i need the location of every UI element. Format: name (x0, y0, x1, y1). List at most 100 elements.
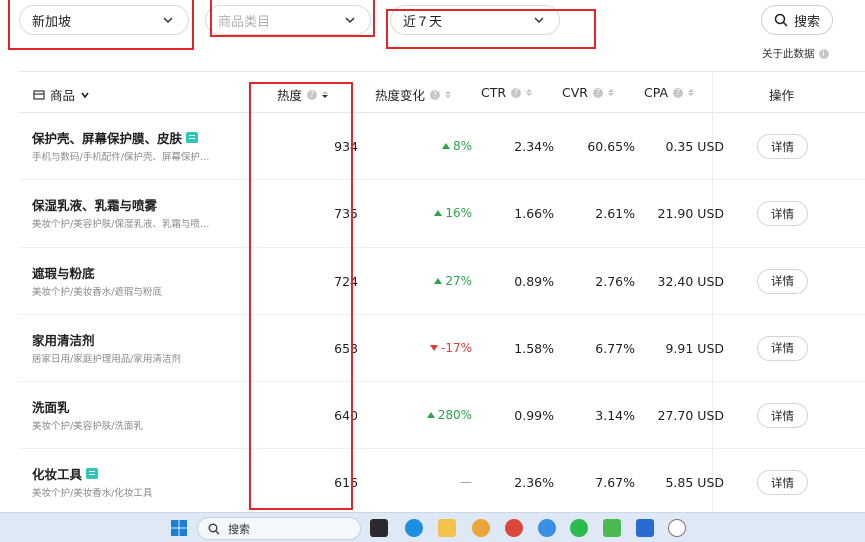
sort-icon (607, 89, 614, 96)
category-select[interactable]: 商品类目 (205, 5, 371, 35)
detail-button[interactable]: 详情 (757, 134, 808, 159)
col-cpa[interactable]: CPA ? (644, 85, 695, 100)
sort-icon (688, 89, 695, 96)
chevron-down-icon (345, 17, 355, 24)
detail-button[interactable]: 详情 (757, 201, 808, 227)
heat-value: 658 (334, 340, 358, 356)
product-name-text: 保护壳、屏幕保护膜、皮肤 (32, 131, 183, 146)
search-button[interactable]: 搜索 (761, 5, 833, 35)
cpa-value: 0.35 USD (665, 139, 724, 154)
chevron-down-icon (81, 92, 89, 98)
cvr-value: 60.65% (587, 139, 635, 154)
product-category-path: 美妆个护/美容护肤/保湿乳液、乳霜与喷… (32, 219, 210, 231)
info-icon: ? (307, 89, 318, 100)
heat-value: 934 (334, 139, 358, 154)
cpa-value: 21.90 USD (657, 206, 724, 222)
heat-change-value: 16% (445, 206, 472, 221)
col-product-label: 商品 (50, 88, 76, 103)
product-table: 商品 热度 ? 热度变化 ? CTR ? CVR ? CPA ? 操作 保护壳、… (19, 71, 865, 517)
arrow-up-icon (434, 210, 443, 217)
col-cvr[interactable]: CVR ? (562, 85, 614, 100)
table-row: 洗面乳 美妆个护/美容护肤/洗面乳 640 280% 0.99% 3.14% 2… (19, 382, 865, 450)
col-heat-label: 热度 (277, 88, 303, 103)
table-row: 家用清洁剂 居家日用/家庭护理用品/家用清洁剂 658 -17% 1.58% 6… (19, 315, 865, 383)
file-explorer-icon[interactable] (438, 519, 456, 537)
sort-icon (445, 91, 452, 98)
cpa-value: 32.40 USD (657, 273, 724, 289)
arrow-up-icon (426, 412, 435, 419)
product-name[interactable]: 家用清洁剂 (32, 330, 95, 349)
product-name-text: 化妆工具 (32, 467, 83, 483)
heat-value: 735 (334, 206, 358, 222)
word-icon[interactable] (636, 519, 654, 537)
chrome-icon[interactable] (472, 519, 490, 537)
col-heat-change-label: 热度变化 (375, 88, 426, 103)
chat-icon[interactable] (538, 519, 556, 537)
sort-icon (322, 91, 329, 98)
col-action: 操作 (769, 85, 794, 104)
chrome-icon[interactable] (505, 519, 523, 537)
ctr-value: 1.66% (514, 206, 554, 222)
detail-button[interactable]: 详情 (757, 470, 808, 496)
screen-app-icon[interactable] (603, 519, 621, 537)
windows-start-icon[interactable] (170, 519, 188, 537)
col-cpa-label: CPA (644, 85, 669, 100)
taskbar: 搜索 (0, 512, 865, 542)
region-value: 新加坡 (32, 14, 72, 30)
detail-button[interactable]: 详情 (757, 268, 808, 294)
cpa-value: 5.85 USD (665, 475, 724, 491)
arrow-up-icon (434, 277, 443, 284)
heat-change: 16% (434, 206, 472, 220)
heat-change: — (460, 475, 472, 489)
product-name-text: 家用清洁剂 (32, 332, 95, 348)
cpa-value: 9.91 USD (665, 340, 724, 356)
heat-value: 640 (334, 408, 358, 424)
ctr-value: 0.89% (514, 273, 554, 289)
about-data-link[interactable]: 关于此数据 i (762, 46, 829, 61)
panda-app-icon[interactable] (668, 519, 686, 537)
info-icon: ? (592, 87, 603, 98)
detail-button[interactable]: 详情 (757, 403, 808, 429)
product-category-path: 手机与数码/手机配件/保护壳、屏幕保护… (32, 152, 210, 163)
product-name[interactable]: 遮瑕与粉底 (32, 263, 95, 282)
ctr-value: 2.34% (514, 139, 554, 154)
product-name[interactable]: 保护壳、屏幕保护膜、皮肤 (32, 128, 199, 147)
tag-icon (86, 468, 99, 480)
cvr-value: 7.67% (595, 475, 635, 491)
region-select[interactable]: 新加坡 (19, 5, 189, 35)
col-heat[interactable]: 热度 ? (277, 85, 329, 104)
product-name[interactable]: 化妆工具 (32, 464, 99, 483)
search-icon (208, 523, 220, 534)
heat-change: 8% (441, 139, 472, 153)
ctr-value: 1.58% (514, 340, 554, 356)
cvr-value: 3.14% (595, 408, 635, 424)
date-range-select[interactable]: 近７天 (390, 5, 560, 35)
cvr-value: 2.76% (595, 273, 635, 289)
product-name[interactable]: 保湿乳液、乳霜与喷雾 (32, 195, 157, 214)
col-ctr[interactable]: CTR ? (481, 85, 533, 100)
about-data-label: 关于此数据 (762, 48, 815, 60)
heat-value: 616 (334, 475, 358, 491)
ctr-value: 0.99% (514, 408, 554, 424)
table-row: 保湿乳液、乳霜与喷雾 美妆个护/美容护肤/保湿乳液、乳霜与喷… 735 16% … (19, 180, 865, 248)
task-view-icon[interactable] (370, 519, 388, 537)
chevron-down-icon (534, 17, 544, 24)
product-name-text: 保湿乳液、乳霜与喷雾 (32, 198, 158, 214)
col-ctr-label: CTR (481, 85, 507, 100)
heat-change-value: -17% (440, 340, 472, 355)
box-icon (33, 90, 45, 100)
info-icon: i (818, 48, 829, 59)
col-heat-change[interactable]: 热度变化 ? (375, 85, 452, 104)
taskbar-search[interactable]: 搜索 (197, 517, 361, 540)
edge-browser-icon[interactable] (405, 519, 423, 537)
table-row: 保护壳、屏幕保护膜、皮肤 手机与数码/手机配件/保护壳、屏幕保护… 934 8%… (19, 113, 865, 181)
heat-change-value: 27% (445, 273, 472, 288)
tag-icon (186, 132, 199, 143)
detail-button[interactable]: 详情 (757, 335, 808, 361)
table-row: 遮瑕与粉底 美妆个护/美妆香水/遮瑕与粉底 724 27% 0.89% 2.76… (19, 248, 865, 315)
heat-change: 280% (426, 408, 472, 422)
info-icon: ? (430, 89, 441, 100)
wechat-icon[interactable] (570, 519, 588, 537)
product-name[interactable]: 洗面乳 (32, 397, 70, 416)
col-product[interactable]: 商品 (33, 85, 90, 104)
